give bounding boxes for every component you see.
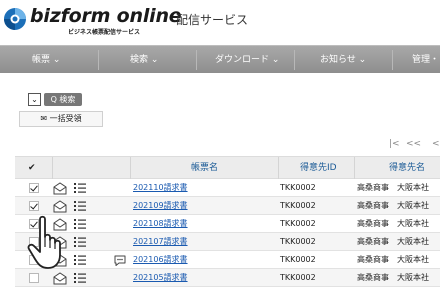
logo-text: bizform online (30, 5, 182, 27)
client-id-cell: TKK0002 (280, 183, 316, 192)
app-header: bizform online ビジネス帳票配信サービス 配信サービス (0, 0, 440, 45)
doc-name-link[interactable]: 202108請求書 (133, 215, 188, 233)
main-nav: 帳票 ⌄ 検索 ⌄ ダウンロード ⌄ お知らせ ⌄ 管理・ (0, 45, 440, 73)
nav-item-documents[interactable]: 帳票 ⌄ (32, 46, 60, 74)
row-checkbox[interactable] (29, 201, 39, 211)
nav-divider (196, 50, 197, 70)
column-divider (354, 157, 355, 179)
app-title: 配信サービス (176, 13, 249, 27)
header-client-id[interactable]: 得意先ID (300, 157, 337, 179)
client-id-cell: TKK0002 (280, 201, 316, 210)
header-doc-name[interactable]: 帳票名 (191, 157, 218, 179)
pager-first[interactable]: |< (389, 139, 400, 149)
nav-item-notices[interactable]: お知らせ ⌄ (320, 46, 366, 74)
row-checkbox[interactable] (29, 183, 39, 193)
client-id-cell: TKK0002 (280, 237, 316, 246)
search-button[interactable]: Q 検索 (44, 93, 82, 106)
nav-item-search[interactable]: 検索 ⌄ (130, 46, 158, 74)
table-row[interactable]: 202106請求書 TKK0002 高桑商事 大阪本社 (15, 251, 440, 269)
table-row[interactable]: 202105請求書 TKK0002 高桑商事 大阪本社 (15, 269, 440, 287)
nav-item-download[interactable]: ダウンロード ⌄ (215, 46, 279, 74)
table-row[interactable]: 202110請求書 TKK0002 高桑商事 大阪本社 (15, 179, 440, 197)
client-id-cell: TKK0002 (280, 273, 316, 282)
header-client-name[interactable]: 得意先名 (389, 157, 425, 179)
client-name-cell: 高桑商事 大阪本社 (357, 237, 429, 246)
nav-divider (392, 50, 393, 70)
pager-prev[interactable]: < (432, 139, 440, 149)
bizform-logo-icon (4, 8, 26, 30)
doc-name-link[interactable]: 202107請求書 (133, 233, 188, 251)
open-envelope-icon[interactable] (53, 181, 67, 195)
open-envelope-icon[interactable] (53, 271, 67, 285)
client-name-cell: 高桑商事 大阪本社 (357, 273, 429, 282)
doc-name-link[interactable]: 202109請求書 (133, 197, 188, 215)
document-table: ✔ 帳票名 得意先ID 得意先名 202110請求書 TKK0002 高桑商事 大阪… (15, 156, 440, 294)
table-row[interactable]: 202107請求書 TKK0002 高桑商事 大阪本社 (15, 233, 440, 251)
column-divider (130, 157, 131, 179)
pointer-hand-icon (27, 215, 61, 269)
nav-item-admin[interactable]: 管理・ (412, 46, 439, 74)
bulk-receive-button[interactable]: ✉ 一括受領 (19, 111, 103, 127)
open-envelope-icon[interactable] (53, 199, 67, 213)
row-checkbox[interactable] (29, 273, 39, 283)
detail-list-icon[interactable] (73, 181, 87, 195)
table-row[interactable]: 202109請求書 TKK0002 高桑商事 大阪本社 (15, 197, 440, 215)
pager-prev-page[interactable]: << (406, 139, 421, 149)
detail-list-icon[interactable] (73, 199, 87, 213)
column-divider (278, 157, 279, 179)
nav-divider (294, 50, 295, 70)
client-name-cell: 高桑商事 大阪本社 (357, 201, 429, 210)
client-name-cell: 高桑商事 大阪本社 (357, 219, 429, 228)
table-row[interactable]: 202108請求書 TKK0002 高桑商事 大阪本社 (15, 215, 440, 233)
column-divider (52, 157, 53, 179)
doc-name-link[interactable]: 202105請求書 (133, 269, 188, 287)
client-name-cell: 高桑商事 大阪本社 (357, 255, 429, 264)
client-id-cell: TKK0002 (280, 219, 316, 228)
nav-divider (98, 50, 99, 70)
client-id-cell: TKK0002 (280, 255, 316, 264)
table-header: ✔ 帳票名 得意先ID 得意先名 (15, 156, 440, 179)
comment-icon[interactable] (113, 253, 127, 267)
client-name-cell: 高桑商事 大阪本社 (357, 183, 429, 192)
logo-subtitle: ビジネス帳票配信サービス (68, 29, 141, 36)
doc-name-link[interactable]: 202110請求書 (133, 179, 188, 197)
header-select-all[interactable]: ✔ (28, 157, 36, 179)
doc-name-link[interactable]: 202106請求書 (133, 251, 188, 269)
search-toggle-dropdown[interactable]: ⌄ (28, 93, 41, 106)
detail-list-icon[interactable] (73, 271, 87, 285)
